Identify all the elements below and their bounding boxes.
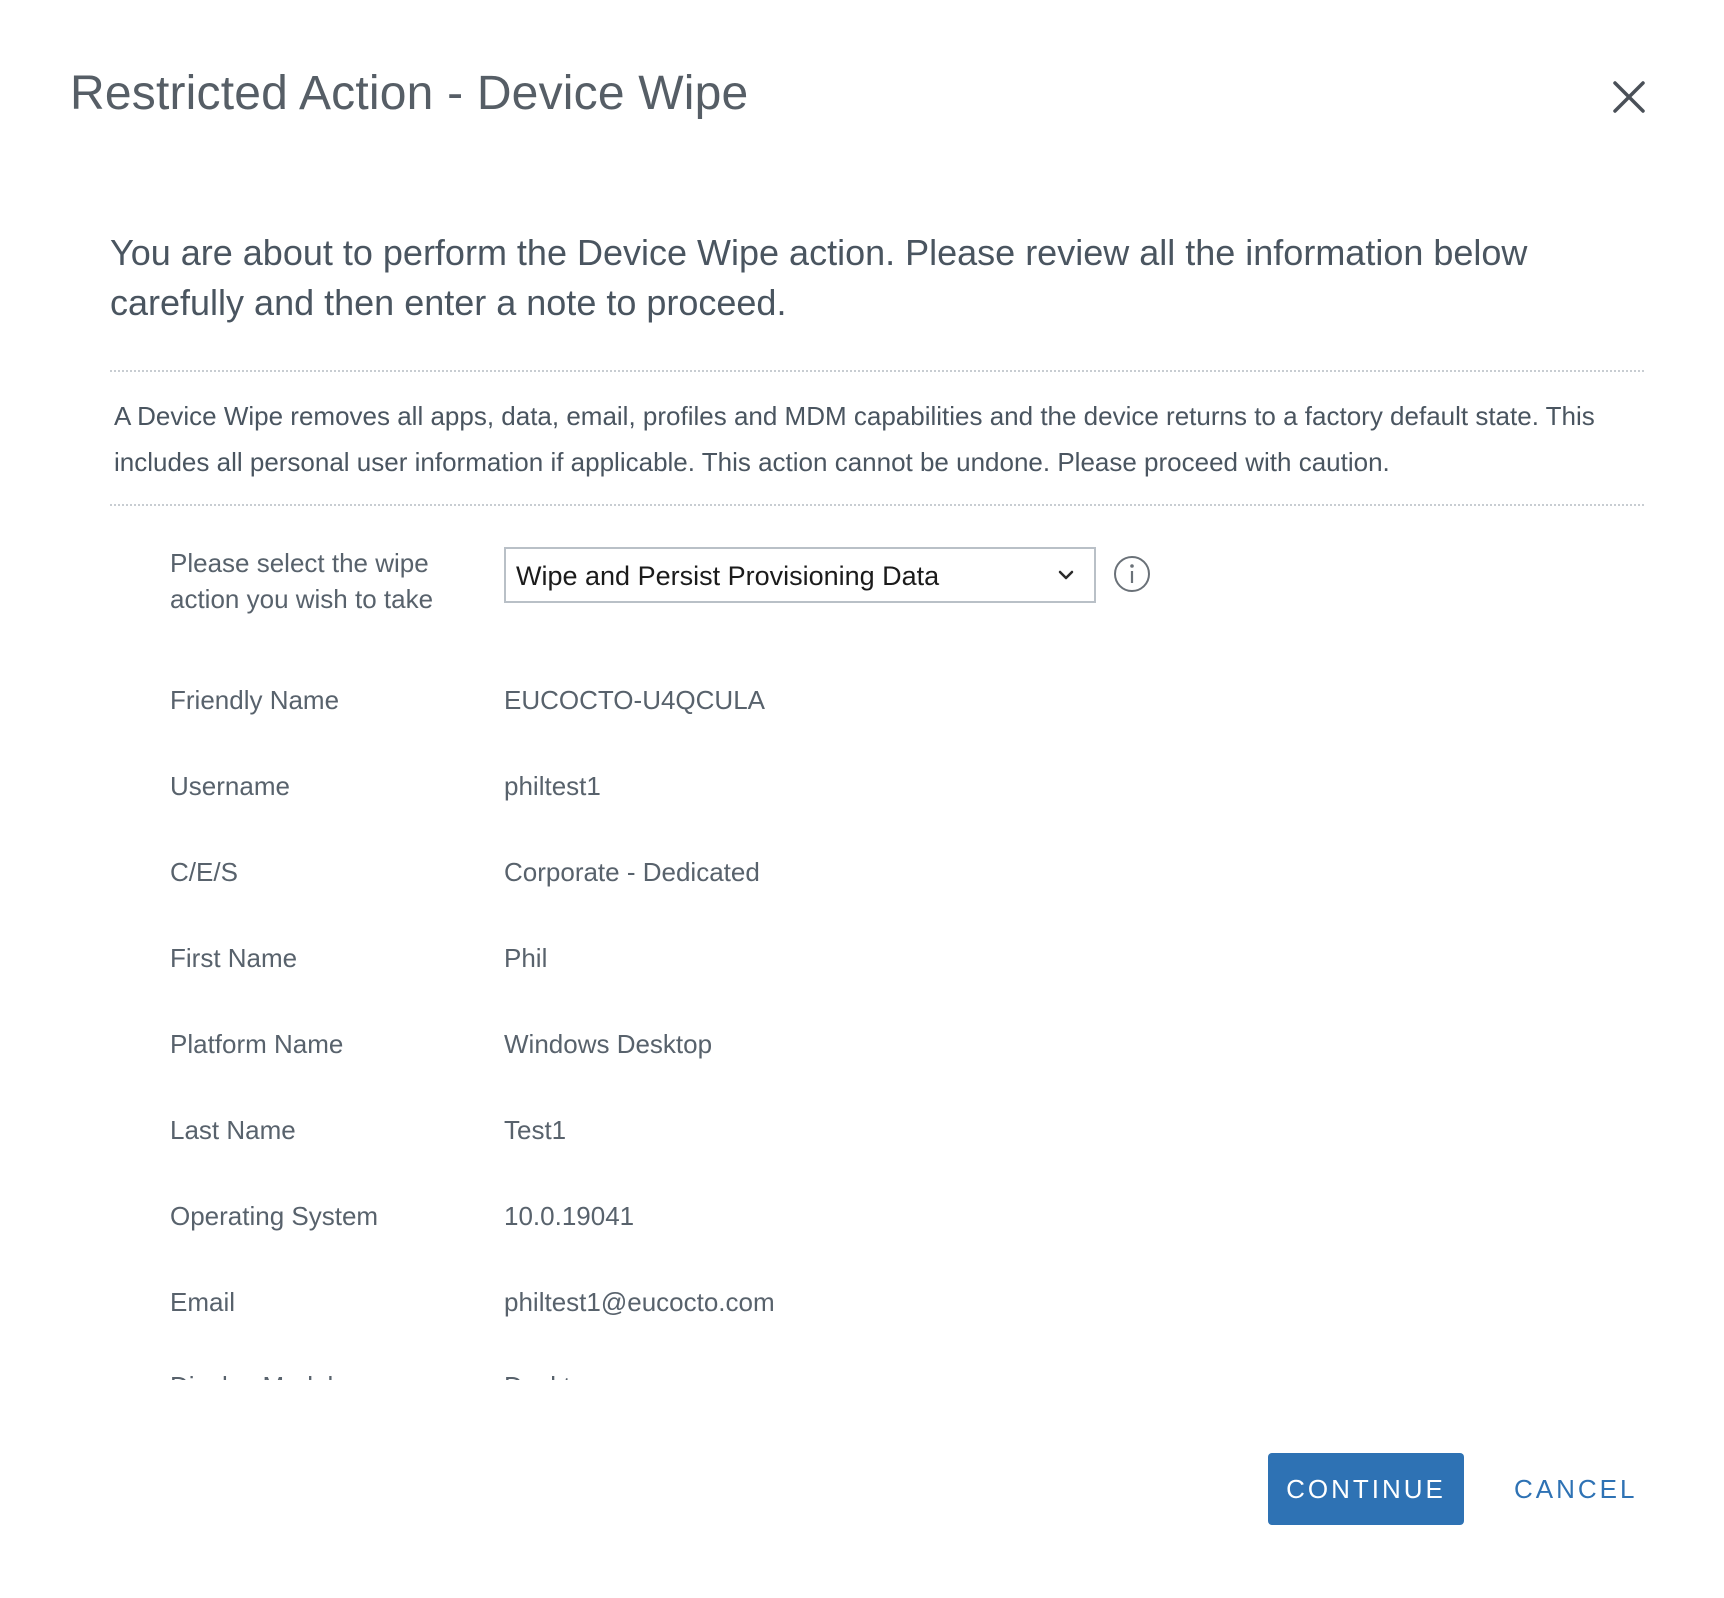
divider-bottom	[110, 504, 1644, 506]
info-icon[interactable]	[1113, 555, 1151, 593]
detail-label: Email	[170, 1287, 236, 1317]
close-button[interactable]	[1604, 72, 1654, 122]
warning-text: A Device Wipe removes all apps, data, em…	[114, 401, 1595, 477]
detail-label: C/E/S	[170, 857, 238, 887]
detail-label: Display Model	[170, 1368, 333, 1380]
dialog-title: Restricted Action - Device Wipe	[70, 67, 749, 120]
detail-row-first-name: First Name Phil	[110, 940, 1644, 980]
device-details-scroll-area[interactable]: Please select the wipe action you wish t…	[110, 520, 1644, 1380]
detail-row-last-name: Last Name Test1	[110, 1112, 1644, 1152]
detail-value: 10.0.19041	[504, 1201, 635, 1231]
device-wipe-dialog: Restricted Action - Device Wipe You are …	[0, 0, 1724, 1598]
dialog-header: Restricted Action - Device Wipe	[70, 60, 1654, 140]
detail-row-friendly-name: Friendly Name EUCOCTO-U4QCULA	[110, 682, 1644, 722]
detail-value: Test1	[504, 1115, 567, 1145]
detail-row-username: Username philtest1	[110, 768, 1644, 808]
wipe-action-selected-value: Wipe and Persist Provisioning Data	[516, 561, 940, 591]
detail-label: First Name	[170, 943, 298, 973]
cancel-button[interactable]: CANCEL	[1508, 1453, 1638, 1525]
detail-row-email: Email philtest1@eucocto.com	[110, 1284, 1644, 1324]
detail-label: Operating System	[170, 1201, 379, 1231]
detail-label: Platform Name	[170, 1029, 344, 1059]
detail-value: philtest1	[504, 771, 601, 801]
detail-row-platform-name: Platform Name Windows Desktop	[110, 1026, 1644, 1066]
detail-row-display-model: Display Model Desktop	[110, 1368, 1644, 1380]
continue-button[interactable]: CONTINUE	[1268, 1453, 1464, 1525]
detail-value: Desktop	[504, 1368, 599, 1380]
wipe-action-label: Please select the wipe action you wish t…	[170, 548, 434, 614]
chevron-down-icon	[1058, 570, 1074, 580]
close-icon	[1613, 81, 1645, 113]
detail-label: Friendly Name	[170, 685, 340, 715]
wipe-action-select[interactable]: Wipe and Persist Provisioning Data	[504, 547, 1096, 603]
divider-top	[110, 370, 1644, 372]
intro-text: You are about to perform the Device Wipe…	[110, 232, 1528, 323]
detail-label: Last Name	[170, 1115, 296, 1145]
wipe-action-row: Please select the wipe action you wish t…	[110, 545, 1644, 645]
detail-row-operating-system: Operating System 10.0.19041	[110, 1198, 1644, 1238]
detail-value: Corporate - Dedicated	[504, 857, 760, 887]
detail-label: Username	[170, 771, 290, 801]
detail-value: EUCOCTO-U4QCULA	[504, 685, 766, 715]
dialog-footer: CONTINUE CANCEL	[0, 1450, 1724, 1530]
detail-value: philtest1@eucocto.com	[504, 1287, 775, 1317]
detail-value: Windows Desktop	[504, 1029, 713, 1059]
detail-row-ces: C/E/S Corporate - Dedicated	[110, 854, 1644, 894]
detail-value: Phil	[504, 943, 548, 973]
